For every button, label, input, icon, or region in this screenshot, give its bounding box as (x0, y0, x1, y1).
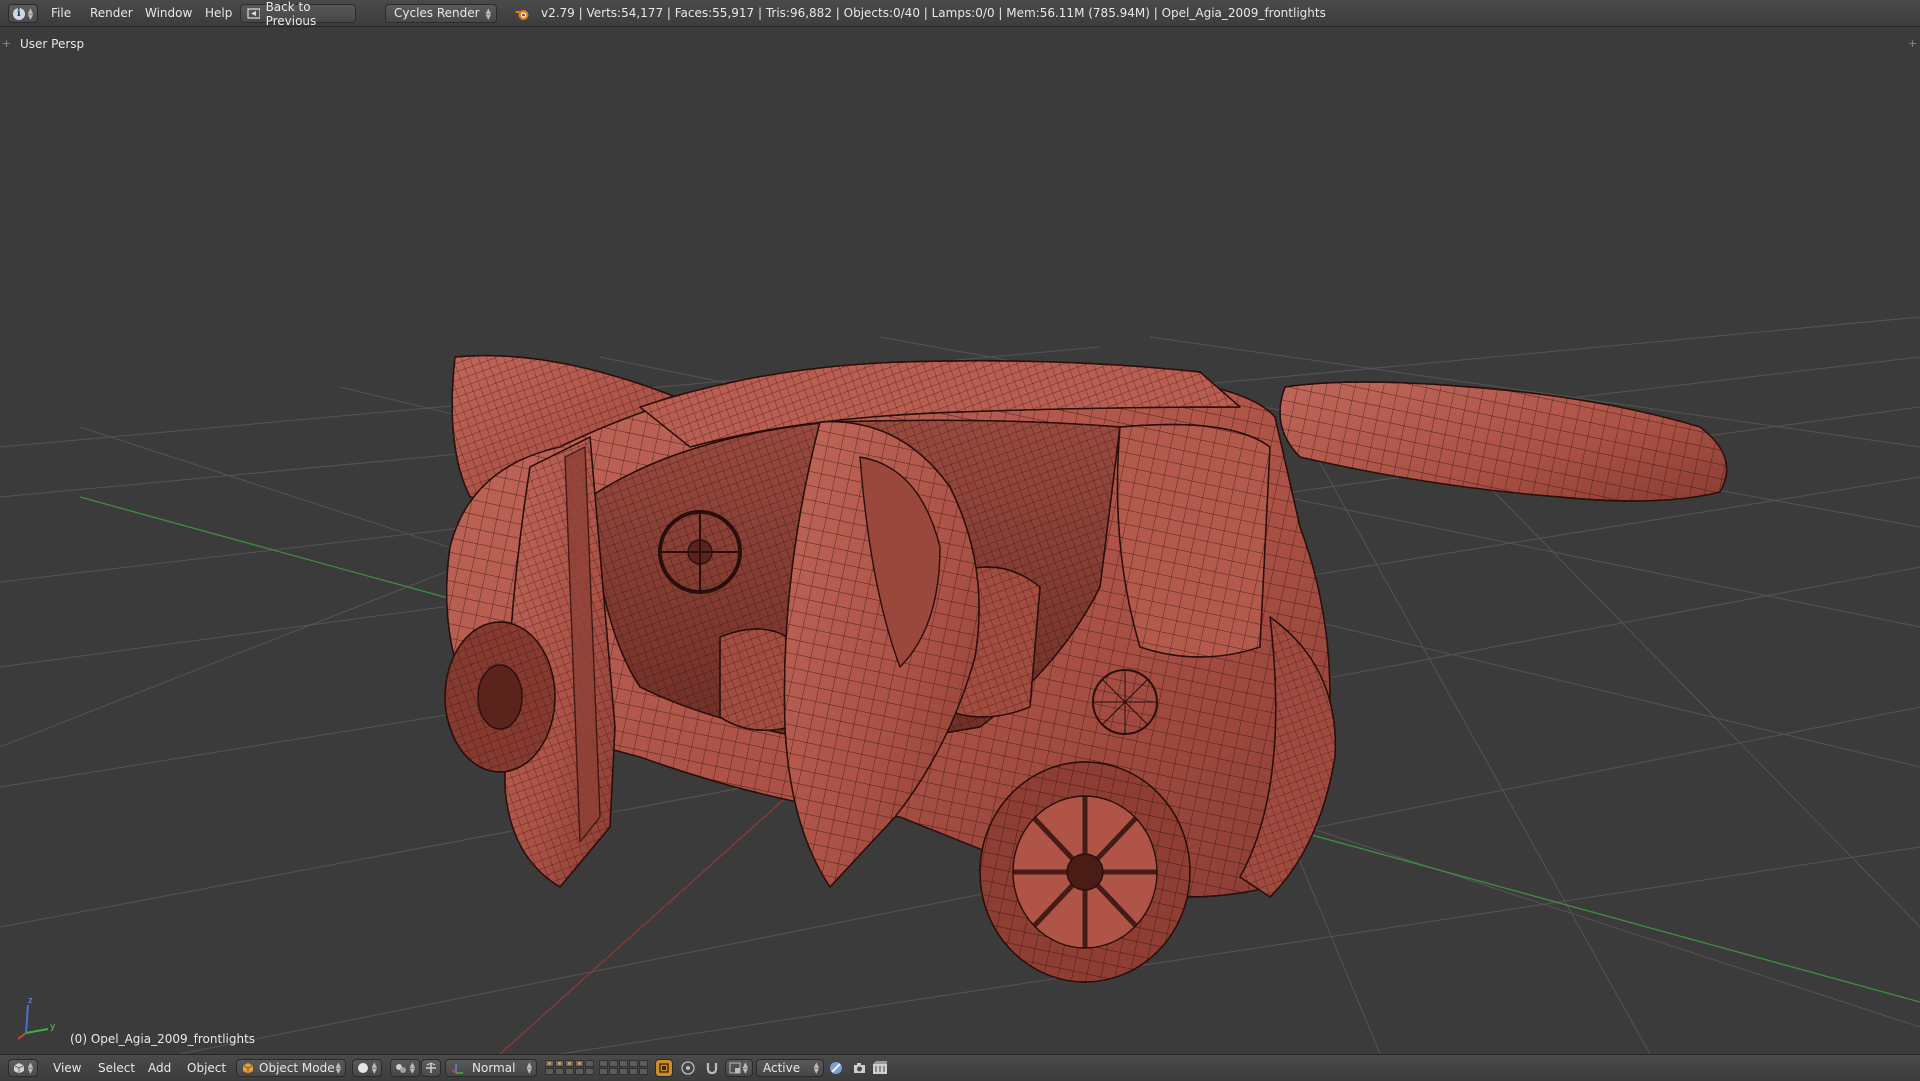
manipulator-icon (426, 1062, 436, 1073)
3d-viewport[interactable]: + + User Persp z y (0) Opel_Agia_2009_fr… (0, 27, 1920, 1054)
snap-target-value: Active (763, 1061, 801, 1075)
blender-logo-icon (515, 10, 529, 20)
render-preview-icon[interactable] (828, 1060, 844, 1076)
updown-arrows-icon: ▲ ▼ (371, 1061, 377, 1075)
3d-view-icon (13, 1063, 24, 1074)
3d-view-header: ▲ ▼ View Select Add Object Object Mode ▲ ▼… (0, 1054, 1920, 1080)
interaction-mode-select[interactable]: Object Mode ▲ ▼ (236, 1059, 346, 1077)
opengl-render-animation-icon[interactable] (872, 1060, 888, 1076)
active-object-label: (0) Opel_Agia_2009_frontlights (70, 1032, 256, 1046)
snap-target-select[interactable]: Active ▲ ▼ (756, 1059, 824, 1077)
menu-help[interactable]: Help (205, 0, 232, 27)
snap-element-select[interactable]: ▲ ▼ (725, 1059, 753, 1077)
view-perspective-label: User Persp (20, 37, 85, 51)
menu-select[interactable]: Select (98, 1055, 135, 1081)
pivot-point-icon (396, 1064, 406, 1073)
editor-type-button[interactable]: i ▲ ▼ (8, 4, 38, 23)
axis-gizmo-icon: z y (17, 996, 56, 1040)
snap-increment-icon (729, 1062, 741, 1074)
viewport-scene (0, 316, 1920, 1054)
render-engine-select[interactable]: Cycles Render ▲ ▼ (385, 4, 497, 23)
menu-file[interactable]: File (51, 0, 71, 27)
car-model[interactable] (444, 354, 1728, 983)
region-toggle-left-icon[interactable]: + (2, 37, 11, 50)
solid-shading-icon (358, 1063, 368, 1073)
updown-arrows-icon: ▲ ▼ (485, 7, 491, 21)
back-to-previous-label: Back to Previous (265, 0, 317, 28)
updown-arrows-icon: ▲ ▼ (335, 1061, 341, 1075)
object-cube-icon (242, 1063, 254, 1074)
proportional-edit-icon[interactable] (680, 1060, 696, 1076)
layer-buttons-b[interactable] (599, 1060, 648, 1075)
updown-arrows-icon: ▲ ▼ (813, 1061, 819, 1075)
menu-render[interactable]: Render (90, 0, 133, 27)
updown-arrows-icon: ▲ ▼ (27, 1061, 34, 1075)
updown-arrows-icon: ▲ ▼ (27, 6, 34, 21)
layer-lock-icon (659, 1063, 669, 1073)
transform-orientation-select[interactable]: Normal ▲ ▼ (445, 1059, 537, 1077)
opengl-render-image-icon[interactable] (852, 1060, 868, 1076)
editor-type-button[interactable]: ▲ ▼ (8, 1059, 38, 1077)
transform-axes-icon (451, 1064, 463, 1074)
menu-window[interactable]: Window (145, 0, 192, 27)
transform-orientation-value: Normal (472, 1061, 516, 1075)
info-icon: i (12, 7, 25, 20)
scene-stats: v2.79 | Verts:54,177 | Faces:55,917 | Tr… (541, 6, 1326, 20)
menu-add[interactable]: Add (148, 1055, 171, 1081)
lock-camera-layers-toggle[interactable] (655, 1059, 673, 1077)
info-header: i ▲ ▼ File Render Window Help Back to Pre… (0, 0, 1920, 28)
interaction-mode-value: Object Mode (259, 1061, 335, 1075)
snap-magnet-icon[interactable] (704, 1060, 720, 1076)
updown-arrows-icon: ▲ ▼ (742, 1061, 748, 1075)
manipulator-toggle[interactable] (421, 1059, 441, 1077)
viewport-shading-select[interactable]: ▲ ▼ (352, 1059, 382, 1077)
layer-buttons-a[interactable] (545, 1060, 594, 1075)
menu-view[interactable]: View (53, 1055, 81, 1081)
svg-text:z: z (28, 996, 33, 1006)
updown-arrows-icon: ▲ ▼ (409, 1061, 415, 1075)
back-screen-icon (247, 8, 260, 19)
menu-object[interactable]: Object (187, 1055, 226, 1081)
region-toggle-right-icon[interactable]: + (1908, 37, 1917, 50)
back-to-previous-button[interactable]: Back to Previous (240, 0, 356, 28)
render-engine-value: Cycles Render (394, 6, 480, 20)
svg-text:y: y (50, 1022, 56, 1032)
pivot-point-select[interactable]: ▲ ▼ (390, 1059, 420, 1077)
updown-arrows-icon: ▲ ▼ (526, 1061, 532, 1075)
